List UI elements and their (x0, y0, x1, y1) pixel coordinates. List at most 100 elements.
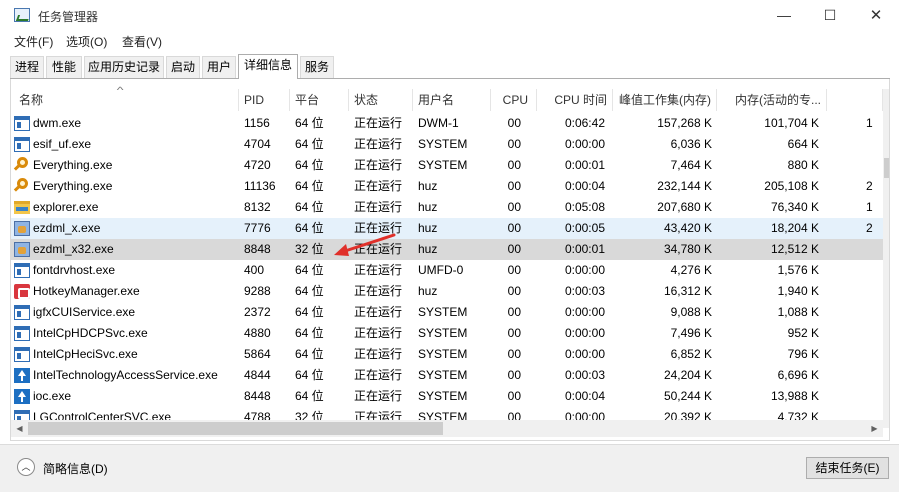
column-header-active-private-memory[interactable]: 内存(活动的专... (717, 89, 827, 111)
cell-peak-working-set: 157,268 K (657, 116, 712, 130)
cell-active-private-memory: 1,940 K (777, 284, 819, 298)
table-row[interactable]: igfxCUIService.exe 2372 64 位 正在运行 SYSTEM 00 0:… (11, 302, 883, 323)
column-header-peak-working-set[interactable]: 峰值工作集(内存) (613, 89, 717, 111)
cell-pid: 8132 (244, 200, 271, 214)
menu-options[interactable]: 选项(O) (66, 33, 107, 50)
tab-startup[interactable]: 启动 (166, 56, 200, 78)
window-icon (14, 263, 30, 278)
cell-platform: 64 位 (295, 347, 324, 361)
cell-status: 正在运行 (354, 305, 403, 319)
cell-extra: 2 (866, 179, 873, 193)
cell-cpu: 00 (507, 242, 521, 256)
table-row[interactable]: fontdrvhost.exe 400 64 位 正在运行 UMFD-0 00 0:00:0… (11, 260, 883, 281)
cell-username: huz (418, 242, 438, 256)
maximize-button[interactable]: ☐ (807, 0, 853, 31)
column-header-extra[interactable] (827, 89, 883, 111)
cell-pid: 5864 (244, 347, 271, 361)
cell-extra (866, 155, 883, 176)
column-header-cpu[interactable]: CPU (491, 89, 537, 111)
table-row[interactable]: esif_uf.exe 4704 64 位 正在运行 SYSTEM 00 0:00:00 6,… (11, 134, 883, 155)
ezdml-icon (14, 242, 30, 257)
cell-pid: 4704 (244, 137, 271, 151)
end-task-button[interactable]: 结束任务(E) (806, 457, 889, 479)
scroll-up-icon[interactable]: ▲ (883, 89, 889, 106)
cell-name: ezdml_x.exe (33, 221, 101, 235)
upload-icon (14, 389, 30, 404)
cell-cpu: 00 (507, 368, 521, 382)
table-row[interactable]: IntelCpHeciSvc.exe 5864 64 位 正在运行 SYSTEM 00 0:… (11, 344, 883, 365)
tab-processes[interactable]: 进程 (10, 56, 44, 78)
window-icon (14, 305, 30, 320)
horizontal-scrollbar[interactable]: ◀ ▶ (11, 420, 883, 437)
cell-platform: 64 位 (295, 116, 324, 130)
table-row[interactable]: dwm.exe 1156 64 位 正在运行 DWM-1 00 0:06:42 157,268… (11, 113, 883, 134)
column-header-pid[interactable]: PID (239, 89, 290, 111)
cell-extra: 2 (866, 221, 873, 235)
cell-active-private-memory: 880 K (787, 158, 819, 172)
window-title: 任务管理器 (38, 10, 99, 24)
table-row[interactable]: HotkeyManager.exe 9288 64 位 正在运行 huz 00 0:00:0… (11, 281, 883, 302)
chevron-up-icon[interactable]: ︿ (17, 458, 35, 476)
scroll-left-icon[interactable]: ◀ (11, 420, 28, 437)
cell-status: 正在运行 (354, 200, 403, 214)
tab-users[interactable]: 用户 (202, 56, 236, 78)
vertical-scroll-thumb[interactable] (884, 158, 889, 178)
cell-username: huz (418, 179, 438, 193)
table-header: 名称 PID 平台 状态 用户名 CPU CPU 时间 峰值工作集(内存) 内存… (11, 89, 889, 111)
cell-name: IntelCpHDCPSvc.exe (33, 326, 148, 340)
column-header-name[interactable]: 名称 (11, 89, 239, 111)
tab-services[interactable]: 服务 (300, 56, 334, 78)
column-header-platform[interactable]: 平台 (290, 89, 349, 111)
table-row[interactable]: explorer.exe 8132 64 位 正在运行 huz 00 0:05:08 207,… (11, 197, 883, 218)
cell-cpu-time: 0:00:00 (564, 326, 605, 340)
cell-name: Everything.exe (33, 158, 113, 172)
table-row[interactable]: ioc.exe 8448 64 位 正在运行 SYSTEM 00 0:00:04 50,244… (11, 386, 883, 407)
cell-peak-working-set: 16,312 K (663, 284, 712, 298)
cell-extra (866, 134, 883, 155)
cell-cpu-time: 0:00:03 (564, 284, 605, 298)
vertical-scrollbar[interactable]: ▲ (883, 89, 889, 428)
window-icon (14, 137, 30, 152)
table-row[interactable]: Everything.exe 4720 64 位 正在运行 SYSTEM 00 0:00:0… (11, 155, 883, 176)
search-icon (17, 157, 28, 168)
cell-username: DWM-1 (418, 116, 459, 130)
cell-extra: 1 (866, 200, 873, 214)
cell-cpu-time: 0:00:01 (564, 158, 605, 172)
cell-status: 正在运行 (354, 158, 403, 172)
column-header-cpu-time[interactable]: CPU 时间 (537, 89, 613, 111)
minimize-button[interactable]: — (761, 0, 807, 31)
table-row[interactable]: IntelTechnologyAccessService.exe 4844 64 位… (11, 365, 883, 386)
cell-username: SYSTEM (418, 368, 468, 382)
column-header-username[interactable]: 用户名 (413, 89, 491, 111)
table-row[interactable]: ezdml_x.exe 7776 64 位正在运行 huz 00 0:00:05 43,42… (11, 218, 883, 239)
horizontal-scroll-thumb[interactable] (28, 422, 443, 435)
tab-details[interactable]: 详细信息 (238, 54, 298, 79)
cell-cpu-time: 0:00:03 (564, 368, 605, 382)
tab-performance[interactable]: 性能 (46, 56, 82, 78)
cell-status: 正在运行 (354, 116, 403, 130)
tab-app-history[interactable]: 应用历史记录 (84, 56, 164, 78)
cell-cpu: 00 (507, 158, 521, 172)
cell-platform: 64 位 (295, 263, 324, 277)
cell-peak-working-set: 7,464 K (670, 158, 712, 172)
menu-file[interactable]: 文件(F) (14, 33, 53, 50)
table-row[interactable]: IntelCpHDCPSvc.exe 4880 64 位 正在运行 SYSTEM 00 0:… (11, 323, 883, 344)
cell-extra (866, 344, 883, 365)
cell-active-private-memory: 12,512 K (770, 242, 819, 256)
cell-pid: 7776 (244, 221, 271, 235)
table-row[interactable]: Everything.exe 11136 64 位 正在运行 huz 00 0:00:04 2… (11, 176, 883, 197)
cell-name: HotkeyManager.exe (33, 284, 140, 298)
table-row[interactable]: ezdml_x32.exe 8848 32 位正在运行 huz 00 0:00:01 34,… (11, 239, 883, 260)
cell-active-private-memory: 13,988 K (770, 389, 819, 403)
cell-extra (866, 323, 883, 344)
column-header-status[interactable]: 状态 (349, 89, 413, 111)
cell-active-private-memory: 101,704 K (764, 116, 819, 130)
cell-cpu-time: 0:00:05 (564, 221, 605, 235)
scroll-right-icon[interactable]: ▶ (866, 420, 883, 437)
cell-extra (866, 365, 883, 386)
cell-cpu: 00 (507, 284, 521, 298)
cell-status: 正在运行 (354, 347, 403, 361)
close-button[interactable]: ✕ (853, 0, 899, 31)
brief-info-link[interactable]: 简略信息(D) (43, 460, 108, 477)
menu-view[interactable]: 查看(V) (122, 33, 162, 50)
